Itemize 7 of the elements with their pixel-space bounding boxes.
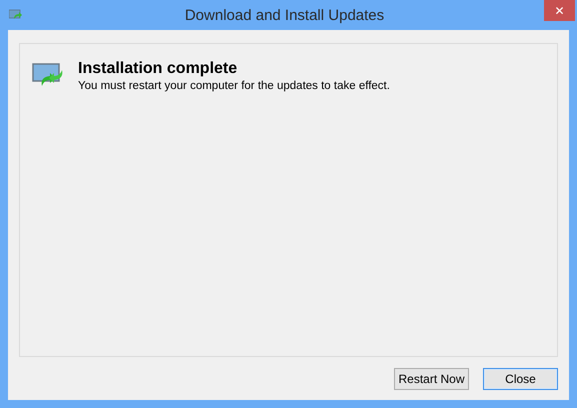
- close-button[interactable]: ✕: [544, 0, 575, 21]
- update-icon: [9, 9, 25, 21]
- dialog-button[interactable]: Restart Now: [394, 368, 469, 390]
- message-heading: Installation complete: [78, 60, 238, 78]
- message-text: You must restart your computer for the updates to take effect.: [78, 80, 390, 92]
- window-title: Download and Install Updates: [184, 6, 386, 24]
- dialog-button[interactable]: Close: [483, 368, 558, 390]
